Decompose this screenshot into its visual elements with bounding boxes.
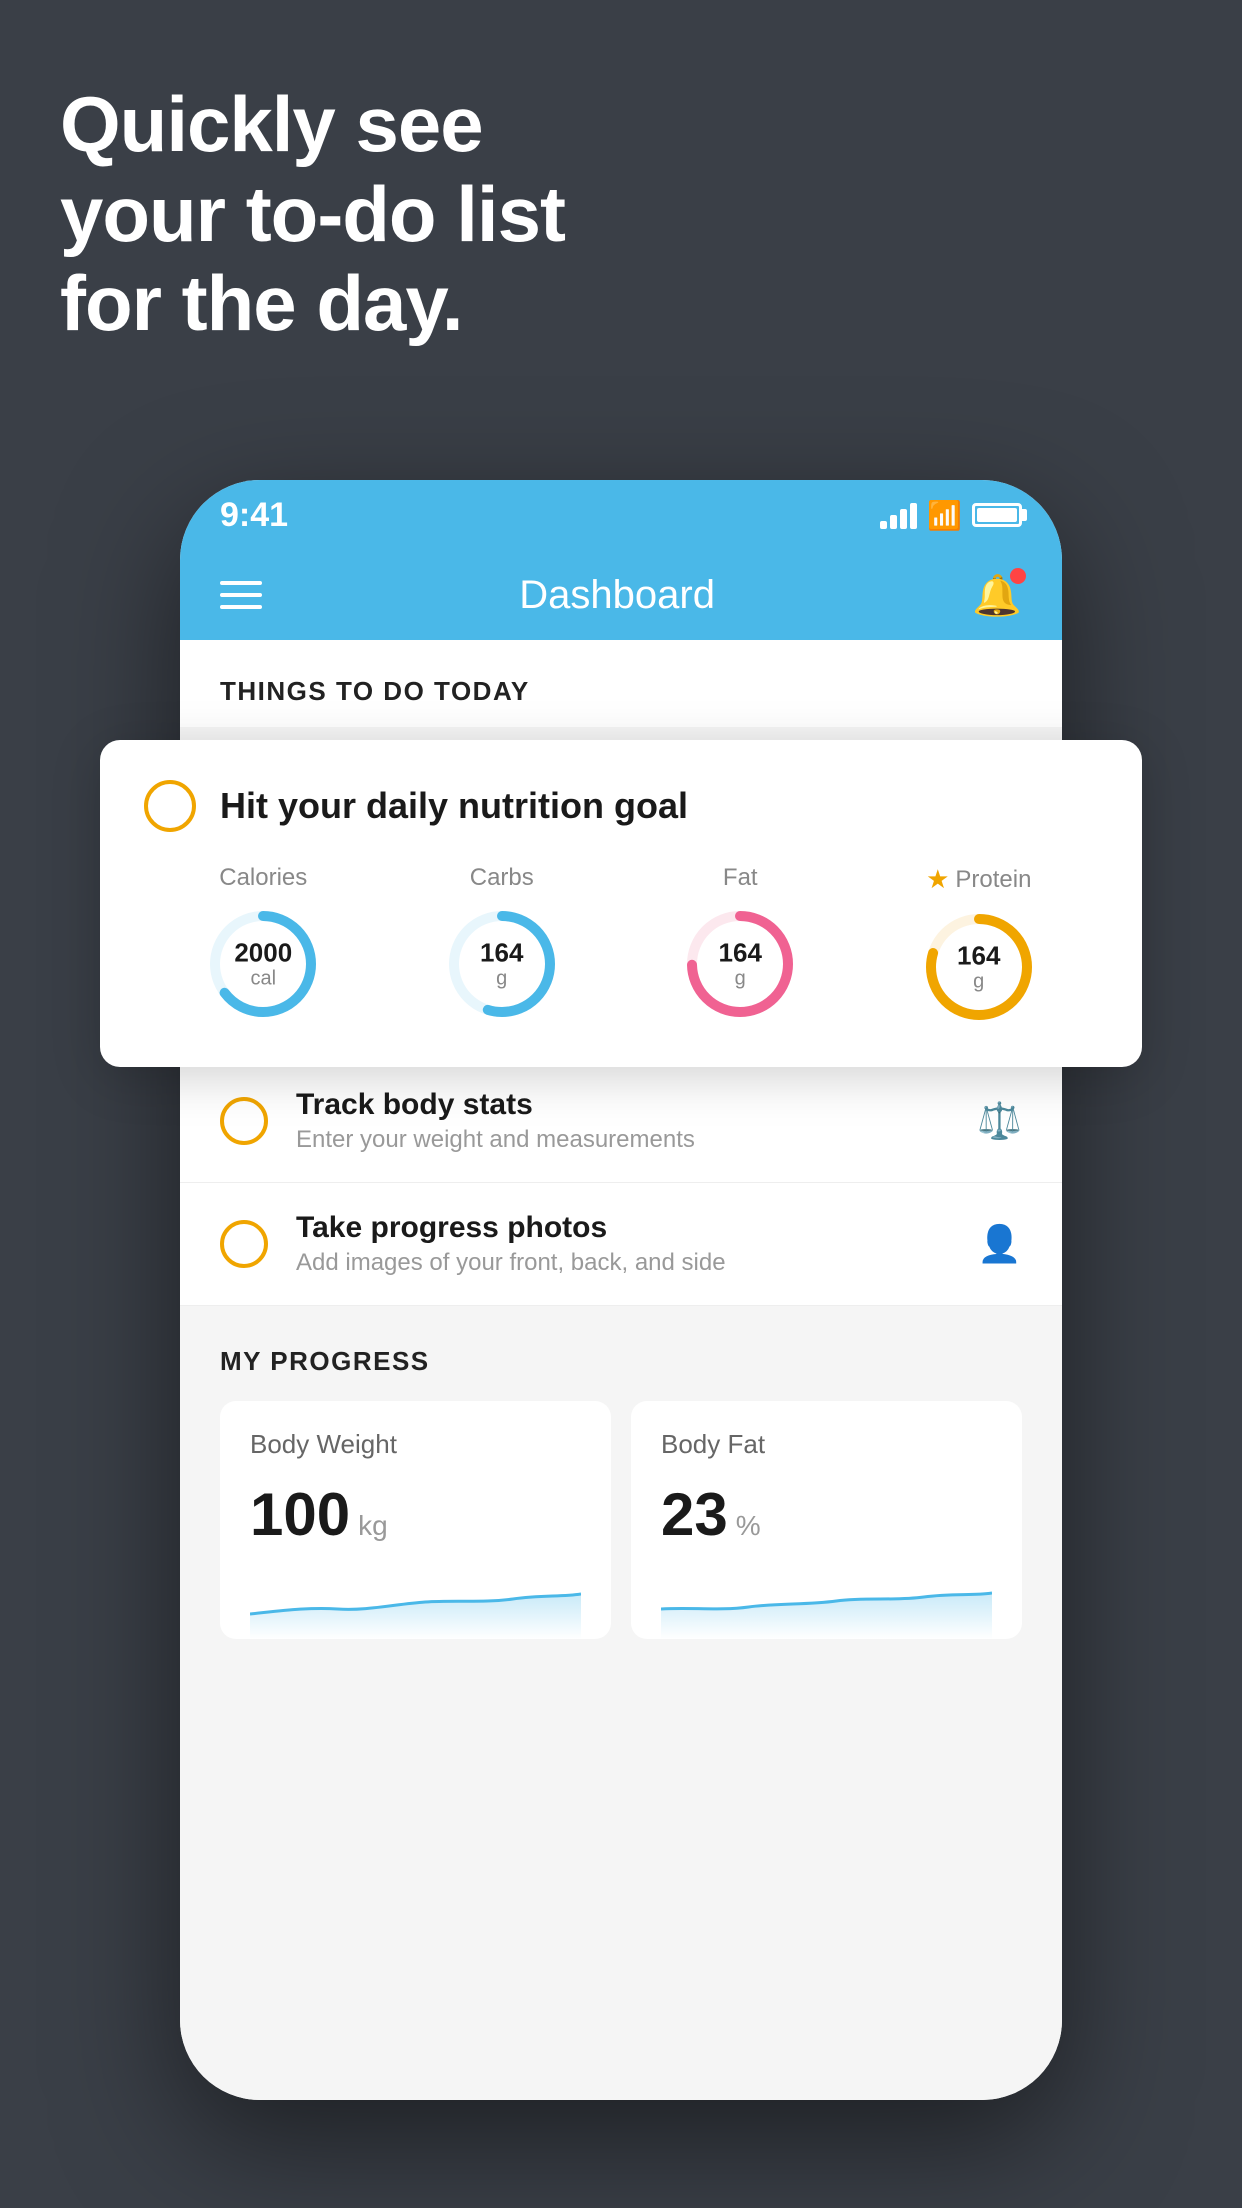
hero-line3: for the day.	[60, 259, 565, 349]
nutrition-checkbox[interactable]	[144, 780, 196, 832]
protein-unit: g	[973, 970, 984, 992]
notification-dot	[1010, 568, 1026, 584]
todo-item-photos[interactable]: Take progress photos Add images of your …	[180, 1183, 1062, 1306]
protein-label: ★ Protein	[926, 864, 1031, 895]
battery-icon	[972, 503, 1022, 527]
progress-section: MY PROGRESS Body Weight 100 kg	[180, 1306, 1062, 1659]
protein-label-text: Protein	[955, 866, 1031, 894]
stat-calories: Calories 2000 cal	[203, 864, 323, 1024]
stat-carbs: Carbs 164 g	[442, 864, 562, 1024]
body-fat-value: 23 %	[661, 1480, 992, 1549]
status-icons: 📶	[880, 499, 1022, 532]
nutrition-stats: Calories 2000 cal Carbs	[144, 864, 1098, 1027]
wifi-icon: 📶	[927, 499, 962, 532]
star-icon: ★	[926, 864, 949, 895]
body-fat-number: 23	[661, 1480, 728, 1549]
todo-main-body-stats: Track body stats	[296, 1088, 949, 1122]
scale-icon: ⚖️	[977, 1100, 1022, 1142]
hero-line2: your to-do list	[60, 170, 565, 260]
stat-fat: Fat 164 g	[680, 864, 800, 1024]
body-weight-label: Body Weight	[250, 1429, 581, 1460]
carbs-unit: g	[496, 967, 507, 989]
progress-title: MY PROGRESS	[220, 1346, 1022, 1377]
body-weight-number: 100	[250, 1480, 350, 1549]
todo-text-photos: Take progress photos Add images of your …	[296, 1211, 949, 1277]
fat-donut: 164 g	[680, 904, 800, 1024]
todo-checkbox-photos[interactable]	[220, 1220, 268, 1268]
fat-value: 164	[719, 939, 762, 968]
fat-label: Fat	[723, 864, 758, 892]
nutrition-card[interactable]: Hit your daily nutrition goal Calories 2…	[100, 740, 1142, 1067]
status-time: 9:41	[220, 496, 288, 535]
todo-main-photos: Take progress photos	[296, 1211, 949, 1245]
phone-mockup: 9:41 📶 Dashboard 🔔	[180, 480, 1062, 2100]
calories-value: 2000	[234, 939, 292, 968]
nav-title: Dashboard	[519, 573, 715, 618]
protein-value: 164	[957, 942, 1000, 971]
carbs-label: Carbs	[470, 864, 534, 892]
nav-bar: Dashboard 🔔	[180, 550, 1062, 640]
protein-donut: 164 g	[919, 907, 1039, 1027]
body-weight-chart	[250, 1569, 581, 1639]
calories-donut: 2000 cal	[203, 904, 323, 1024]
todo-sub-body-stats: Enter your weight and measurements	[296, 1126, 949, 1154]
things-header: THINGS TO DO TODAY	[180, 640, 1062, 727]
status-bar: 9:41 📶	[180, 480, 1062, 550]
todo-checkbox-body-stats[interactable]	[220, 1097, 268, 1145]
carbs-value: 164	[480, 939, 523, 968]
nutrition-card-header: Hit your daily nutrition goal	[144, 780, 1098, 832]
fat-unit: g	[735, 967, 746, 989]
todo-text-body-stats: Track body stats Enter your weight and m…	[296, 1088, 949, 1154]
menu-button[interactable]	[220, 581, 262, 609]
calories-unit: cal	[250, 967, 276, 989]
stat-protein: ★ Protein 164 g	[919, 864, 1039, 1027]
body-fat-card[interactable]: Body Fat 23 %	[631, 1401, 1022, 1639]
calories-label: Calories	[219, 864, 307, 892]
signal-icon	[880, 501, 917, 529]
progress-cards: Body Weight 100 kg	[220, 1401, 1022, 1639]
carbs-donut: 164 g	[442, 904, 562, 1024]
camera-icon: 👤	[977, 1223, 1022, 1265]
things-title: THINGS TO DO TODAY	[220, 676, 530, 706]
body-fat-chart	[661, 1569, 992, 1639]
hero-text: Quickly see your to-do list for the day.	[60, 80, 565, 349]
todo-item-body-stats[interactable]: Track body stats Enter your weight and m…	[180, 1060, 1062, 1183]
body-weight-value: 100 kg	[250, 1480, 581, 1549]
todo-sub-photos: Add images of your front, back, and side	[296, 1249, 949, 1277]
hero-line1: Quickly see	[60, 80, 565, 170]
body-weight-unit: kg	[358, 1510, 388, 1542]
body-weight-card[interactable]: Body Weight 100 kg	[220, 1401, 611, 1639]
notification-bell-icon[interactable]: 🔔	[972, 572, 1022, 619]
nutrition-card-title: Hit your daily nutrition goal	[220, 785, 688, 827]
body-fat-unit: %	[736, 1510, 761, 1542]
body-fat-label: Body Fat	[661, 1429, 992, 1460]
